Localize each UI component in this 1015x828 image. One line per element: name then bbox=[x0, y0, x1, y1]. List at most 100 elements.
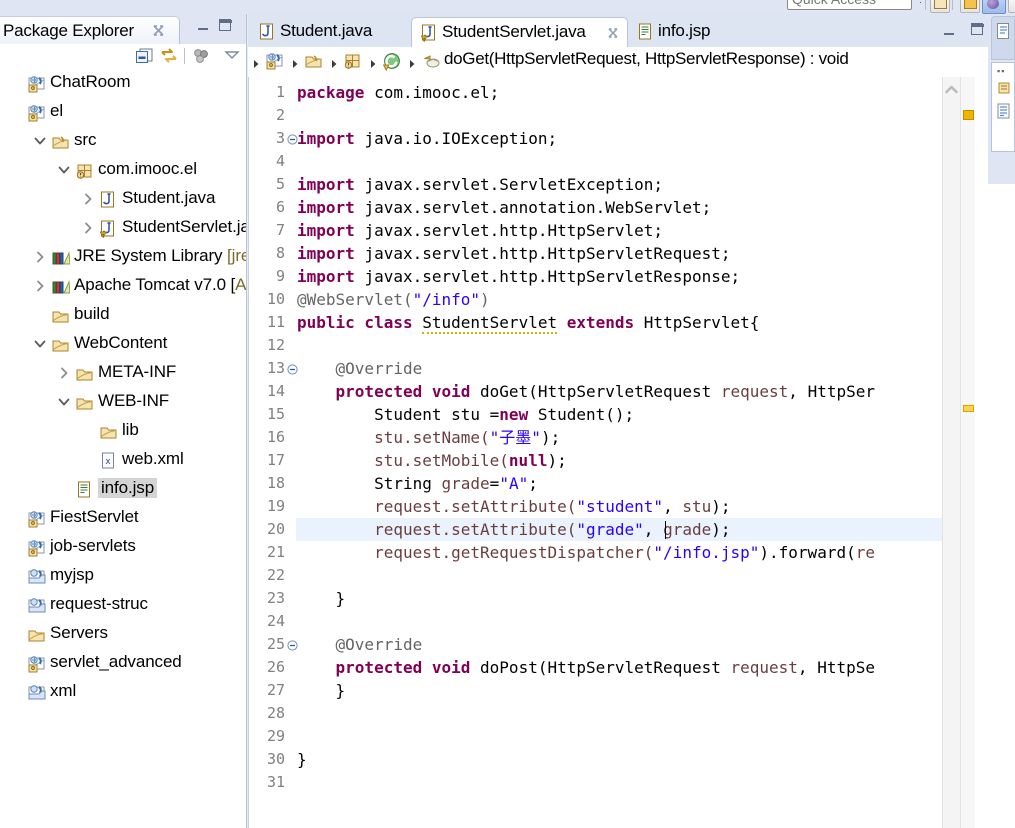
tree-item[interactable]: FiestServlet bbox=[0, 504, 246, 533]
code-line[interactable]: @Override bbox=[297, 357, 423, 380]
tree-item[interactable]: Apache Tomcat v7.0 [A bbox=[0, 272, 246, 301]
warning-marker[interactable] bbox=[963, 110, 974, 120]
tree-item[interactable]: Student.java bbox=[0, 185, 246, 214]
toolbar-overflow-icon[interactable]: ⋮ bbox=[916, 0, 925, 10]
breadcrumb-arrow-icon[interactable] bbox=[292, 57, 299, 68]
snippets-icon[interactable] bbox=[998, 81, 1011, 95]
close-icon[interactable] bbox=[607, 27, 619, 39]
scroll-up-arrow-icon[interactable] bbox=[945, 83, 958, 94]
twisty-expanded-icon[interactable] bbox=[34, 135, 46, 147]
code-line[interactable]: String grade="A"; bbox=[297, 472, 538, 495]
code-line[interactable]: } bbox=[297, 679, 346, 702]
twisty-collapsed-icon[interactable] bbox=[34, 280, 46, 292]
tree-item[interactable]: WebContent bbox=[0, 330, 246, 359]
collapse-all-icon[interactable] bbox=[136, 48, 153, 64]
code-line[interactable]: public class StudentServlet extends Http… bbox=[297, 311, 759, 334]
breadcrumb-java-type-icon[interactable] bbox=[382, 52, 401, 72]
code-line[interactable]: @WebServlet("/info") bbox=[297, 288, 490, 311]
code-line[interactable]: protected void doPost(HttpServletRequest… bbox=[297, 656, 875, 679]
minimize-view-button[interactable] bbox=[196, 20, 210, 32]
twisty-collapsed-icon[interactable] bbox=[82, 193, 94, 205]
breadcrumb-method-protected-icon[interactable] bbox=[423, 55, 442, 74]
tree-item[interactable]: el bbox=[0, 98, 246, 127]
twisty-expanded-icon[interactable] bbox=[58, 164, 70, 176]
code-line[interactable]: request.getRequestDispatcher("/info.jsp"… bbox=[297, 541, 875, 564]
code-line[interactable]: protected void doGet(HttpServletRequest … bbox=[297, 380, 875, 403]
code-text[interactable]: package com.imooc.el; import java.io.IOEx… bbox=[297, 77, 942, 828]
tab-outline-collapsed[interactable] bbox=[991, 16, 1015, 60]
breadcrumb-current-method[interactable]: doGet(HttpServletRequest, HttpServletRes… bbox=[444, 49, 849, 69]
perspective-java-icon[interactable] bbox=[982, 0, 1006, 14]
code-line[interactable]: } bbox=[297, 587, 346, 610]
code-line[interactable]: import java.io.IOException; bbox=[297, 127, 557, 150]
perspective-java-ee-icon[interactable] bbox=[960, 0, 980, 13]
vertical-scrollbar[interactable] bbox=[942, 77, 960, 828]
editor-tab-row[interactable]: info.jsp StudentServlet.java Student.java bbox=[248, 14, 988, 47]
project-tree[interactable]: ChatRoom el src com.imooc.el Student.java Stu… bbox=[0, 69, 246, 828]
tree-item[interactable]: myjsp bbox=[0, 562, 246, 591]
code-line[interactable]: request.setAttribute("student", stu); bbox=[297, 495, 730, 518]
warning-marker[interactable] bbox=[963, 405, 974, 412]
tree-item[interactable]: Servers bbox=[0, 620, 246, 649]
breadcrumb-arrow-icon[interactable] bbox=[409, 57, 416, 68]
chevron-down-icon[interactable] bbox=[224, 48, 240, 62]
editor-tab-1[interactable]: StudentServlet.java bbox=[411, 17, 628, 47]
outline-tree-icon[interactable] bbox=[997, 103, 1012, 120]
editor-tab-0[interactable]: Student.java bbox=[250, 17, 405, 47]
tree-item[interactable]: ChatRoom bbox=[0, 69, 246, 98]
code-line[interactable]: Student stu =new Student(); bbox=[297, 403, 634, 426]
breadcrumb-arrow-icon[interactable] bbox=[253, 57, 260, 68]
code-line[interactable]: stu.setName("子墨"); bbox=[297, 426, 560, 449]
twisty-collapsed-icon[interactable] bbox=[34, 251, 46, 263]
editor-tab-2[interactable]: info.jsp bbox=[628, 17, 776, 47]
link-with-editor-icon[interactable] bbox=[160, 48, 178, 64]
tree-item[interactable]: lib bbox=[0, 417, 246, 446]
breadcrumb-arrow-icon[interactable] bbox=[370, 57, 377, 68]
tree-item[interactable]: x web.xml bbox=[0, 446, 246, 475]
code-line[interactable]: } bbox=[297, 748, 307, 771]
tree-item[interactable]: xml bbox=[0, 678, 246, 707]
code-line[interactable]: package com.imooc.el; bbox=[297, 81, 499, 104]
code-line[interactable]: @Override bbox=[297, 633, 423, 656]
breadcrumb-package-icon[interactable] bbox=[344, 52, 362, 71]
breadcrumb[interactable]: doGet(HttpServletRequest, HttpServletRes… bbox=[248, 47, 988, 78]
tree-item[interactable]: JRE System Library [jre bbox=[0, 243, 246, 272]
breadcrumb-source-folder-icon[interactable] bbox=[305, 52, 323, 71]
tree-item[interactable]: build bbox=[0, 301, 246, 330]
tree-item[interactable]: src bbox=[0, 127, 246, 156]
perspective-more-icon[interactable] bbox=[1008, 0, 1015, 13]
right-view-panel[interactable]: ▪▪ bbox=[991, 62, 1015, 152]
code-line[interactable]: import javax.servlet.http.HttpServletRes… bbox=[297, 265, 740, 288]
tree-item[interactable]: WEB-INF bbox=[0, 388, 246, 417]
tree-item[interactable]: servlet_advanced bbox=[0, 649, 246, 678]
code-line[interactable]: stu.setMobile(null); bbox=[297, 449, 567, 472]
tree-item[interactable]: META-INF bbox=[0, 359, 246, 388]
maximize-editor-button[interactable] bbox=[970, 22, 984, 36]
minimize-editor-button[interactable] bbox=[942, 25, 956, 35]
code-line[interactable]: import javax.servlet.annotation.WebServl… bbox=[297, 196, 711, 219]
view-menu-icon[interactable] bbox=[192, 48, 210, 64]
code-line[interactable]: import javax.servlet.http.HttpServletReq… bbox=[297, 242, 730, 265]
quick-access-input[interactable]: Quick Access bbox=[787, 0, 912, 10]
tree-item[interactable]: job-servlets bbox=[0, 533, 246, 562]
tab-package-explorer[interactable]: Package Explorer bbox=[0, 16, 180, 44]
tree-item-label: Apache Tomcat v7.0 [A bbox=[74, 275, 246, 294]
tree-item[interactable]: com.imooc.el bbox=[0, 156, 246, 185]
close-icon[interactable] bbox=[152, 24, 165, 37]
twisty-expanded-icon[interactable] bbox=[58, 396, 70, 408]
tree-item[interactable]: info.jsp bbox=[0, 475, 246, 504]
tree-item[interactable]: request-struc bbox=[0, 591, 246, 620]
breadcrumb-arrow-icon[interactable] bbox=[331, 57, 338, 68]
code-line[interactable]: import javax.servlet.http.HttpServlet; bbox=[297, 219, 663, 242]
twisty-collapsed-icon[interactable] bbox=[58, 367, 70, 379]
overview-ruler[interactable] bbox=[960, 77, 975, 828]
open-perspective-icon[interactable] bbox=[930, 0, 950, 13]
breadcrumb-java-web-project-icon[interactable] bbox=[266, 52, 284, 71]
view-overflow-icon[interactable]: ▪▪ bbox=[997, 66, 1005, 76]
twisty-expanded-icon[interactable] bbox=[34, 338, 46, 350]
code-line[interactable]: import javax.servlet.ServletException; bbox=[297, 173, 663, 196]
twisty-collapsed-icon[interactable] bbox=[82, 222, 94, 234]
code-editor[interactable]: 1 2 3 4 5 6 7 8 9 10 11 12 13 14 15 16 17 18 19 20 21 22 23 24 2… bbox=[248, 77, 988, 828]
maximize-view-button[interactable] bbox=[218, 18, 232, 32]
tree-item[interactable]: StudentServlet.ja bbox=[0, 214, 246, 243]
